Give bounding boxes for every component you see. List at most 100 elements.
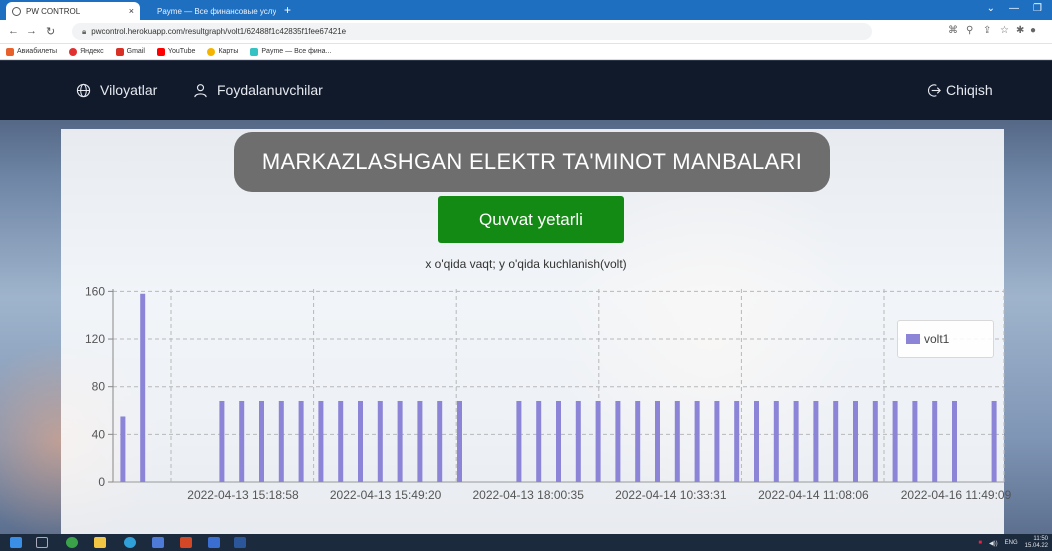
bookmark-label: Карты	[218, 48, 239, 55]
bar	[872, 400, 878, 482]
x-tick-label: 2022-04-14 11:08:06	[758, 488, 869, 502]
bar	[595, 400, 601, 482]
bar	[140, 293, 146, 482]
url-field[interactable]: 🔒︎ pwcontrol.herokuapp.com/resultgraph/v…	[72, 23, 872, 40]
tab-title: Payme — Все финансовые услу	[157, 6, 276, 16]
bar	[754, 400, 759, 482]
bar	[635, 400, 641, 482]
network-icon[interactable]: ■	[978, 540, 982, 546]
bookmark-youtube[interactable]: YouTube	[156, 47, 195, 56]
y-tick-label: 0	[98, 475, 105, 489]
back-icon[interactable]: ←	[8, 25, 19, 37]
x-tick-label: 2022-04-13 18:00:35	[472, 488, 584, 502]
x-tick-label: 2022-04-13 15:49:20	[330, 488, 442, 502]
bar	[575, 400, 581, 482]
bookmark-yandex[interactable]: Яндекс	[69, 47, 104, 56]
minimize-icon[interactable]: —	[1009, 3, 1019, 14]
clock[interactable]: 11:50 15.04.22	[1025, 536, 1048, 550]
share-icon[interactable]: ⇪	[983, 25, 991, 36]
bookmark-maps[interactable]: Карты	[207, 47, 239, 56]
bar	[358, 400, 363, 482]
bookmarks-bar: Авиабилеты Яндекс Gmail YouTube Карты Pa…	[0, 44, 1052, 60]
word-doc-icon[interactable]	[234, 537, 246, 548]
bookmark-label: Авиабилеты	[17, 48, 58, 55]
start-icon[interactable]	[10, 537, 22, 548]
bar	[734, 400, 740, 482]
bar	[952, 400, 957, 482]
bar	[556, 400, 561, 482]
payme-icon	[250, 47, 259, 56]
address-bar: ← → ↻ 🔒︎ pwcontrol.herokuapp.com/resultg…	[0, 20, 1052, 44]
bookmark-label: Payme — Все фина...	[261, 48, 332, 55]
folder-icon[interactable]	[94, 537, 106, 548]
extensions-icon[interactable]: ✱	[1016, 25, 1024, 36]
web-page: Viloyatlar Foydalanuvchilar Chiqish MARK…	[0, 61, 1052, 534]
gmail-icon	[115, 47, 124, 56]
word-icon[interactable]	[208, 537, 220, 548]
powerpoint-icon[interactable]	[180, 537, 192, 548]
reload-icon[interactable]: ↻	[46, 25, 55, 38]
bar	[912, 400, 918, 482]
bar	[892, 400, 898, 482]
youtube-icon	[156, 47, 165, 56]
bar	[615, 400, 621, 482]
tab-payme[interactable]: Payme — Все финансовые услу ×	[146, 2, 276, 20]
new-tab-button[interactable]: +	[284, 3, 291, 17]
tab-search-icon[interactable]: ⌄	[987, 3, 995, 14]
y-tick-label: 40	[92, 427, 106, 441]
bar	[813, 400, 819, 482]
bookmark-star-icon[interactable]: ☆	[1000, 25, 1009, 36]
window-controls: ⌄ — ❐	[987, 3, 1042, 14]
voltage-chart: 0 40 80 120 160 2022-04-13 15:18:58 2022-04-13…	[85, 284, 1012, 502]
legend-label: volt1	[924, 332, 950, 346]
system-tray: ■ ◀)) ENG 11:50 15.04.22	[978, 536, 1048, 550]
bar	[674, 400, 680, 482]
close-tab-icon[interactable]: ×	[129, 6, 134, 16]
bar	[417, 400, 423, 482]
bar	[457, 400, 462, 482]
volume-icon[interactable]: ◀))	[989, 540, 998, 547]
tab-pw-control[interactable]: PW CONTROL ×	[6, 2, 140, 20]
profile-icon[interactable]: ●	[1030, 25, 1036, 36]
bar	[932, 400, 938, 482]
restore-icon[interactable]: ❐	[1033, 3, 1042, 14]
bar	[298, 400, 304, 482]
bar	[714, 400, 720, 482]
browser-icon[interactable]	[124, 537, 136, 548]
task-view-icon[interactable]	[36, 537, 48, 548]
bar	[120, 416, 126, 482]
bar	[853, 400, 858, 482]
forward-icon[interactable]: →	[26, 25, 37, 37]
bar	[278, 400, 284, 482]
language-indicator[interactable]: ENG	[1005, 540, 1018, 546]
zoom-icon[interactable]: ⚲	[966, 25, 973, 36]
chrome-icon[interactable]	[66, 537, 78, 548]
bookmark-aviabilety[interactable]: Авиабилеты	[6, 47, 58, 56]
x-tick-label: 2022-04-16 11:49:09	[901, 488, 1012, 502]
save-icon[interactable]	[152, 537, 164, 548]
bookmark-label: Яндекс	[80, 48, 104, 55]
bar	[397, 400, 403, 482]
bookmark-payme[interactable]: Payme — Все фина...	[250, 47, 332, 56]
bar	[259, 400, 264, 482]
bar	[437, 400, 443, 482]
browser-tab-strip: PW CONTROL × Payme — Все финансовые услу…	[0, 0, 1052, 20]
bar	[991, 400, 997, 482]
map-pin-icon	[207, 47, 216, 56]
bar	[793, 400, 799, 482]
bar	[239, 400, 245, 482]
y-tick-label: 120	[85, 332, 105, 346]
bookmark-gmail[interactable]: Gmail	[115, 47, 145, 56]
bar	[833, 400, 839, 482]
yandex-icon	[69, 47, 78, 56]
lock-icon: 🔒︎	[82, 26, 87, 36]
tab-title: PW CONTROL	[26, 6, 81, 16]
bar	[773, 400, 779, 482]
y-tick-label: 160	[85, 284, 105, 298]
bar	[377, 400, 383, 482]
chart-legend[interactable]: volt1	[897, 320, 994, 358]
url-text: pwcontrol.herokuapp.com/resultgraph/volt…	[91, 27, 347, 36]
globe-icon	[12, 6, 21, 16]
translate-icon[interactable]: ⌘	[948, 25, 958, 36]
bar	[655, 400, 660, 482]
